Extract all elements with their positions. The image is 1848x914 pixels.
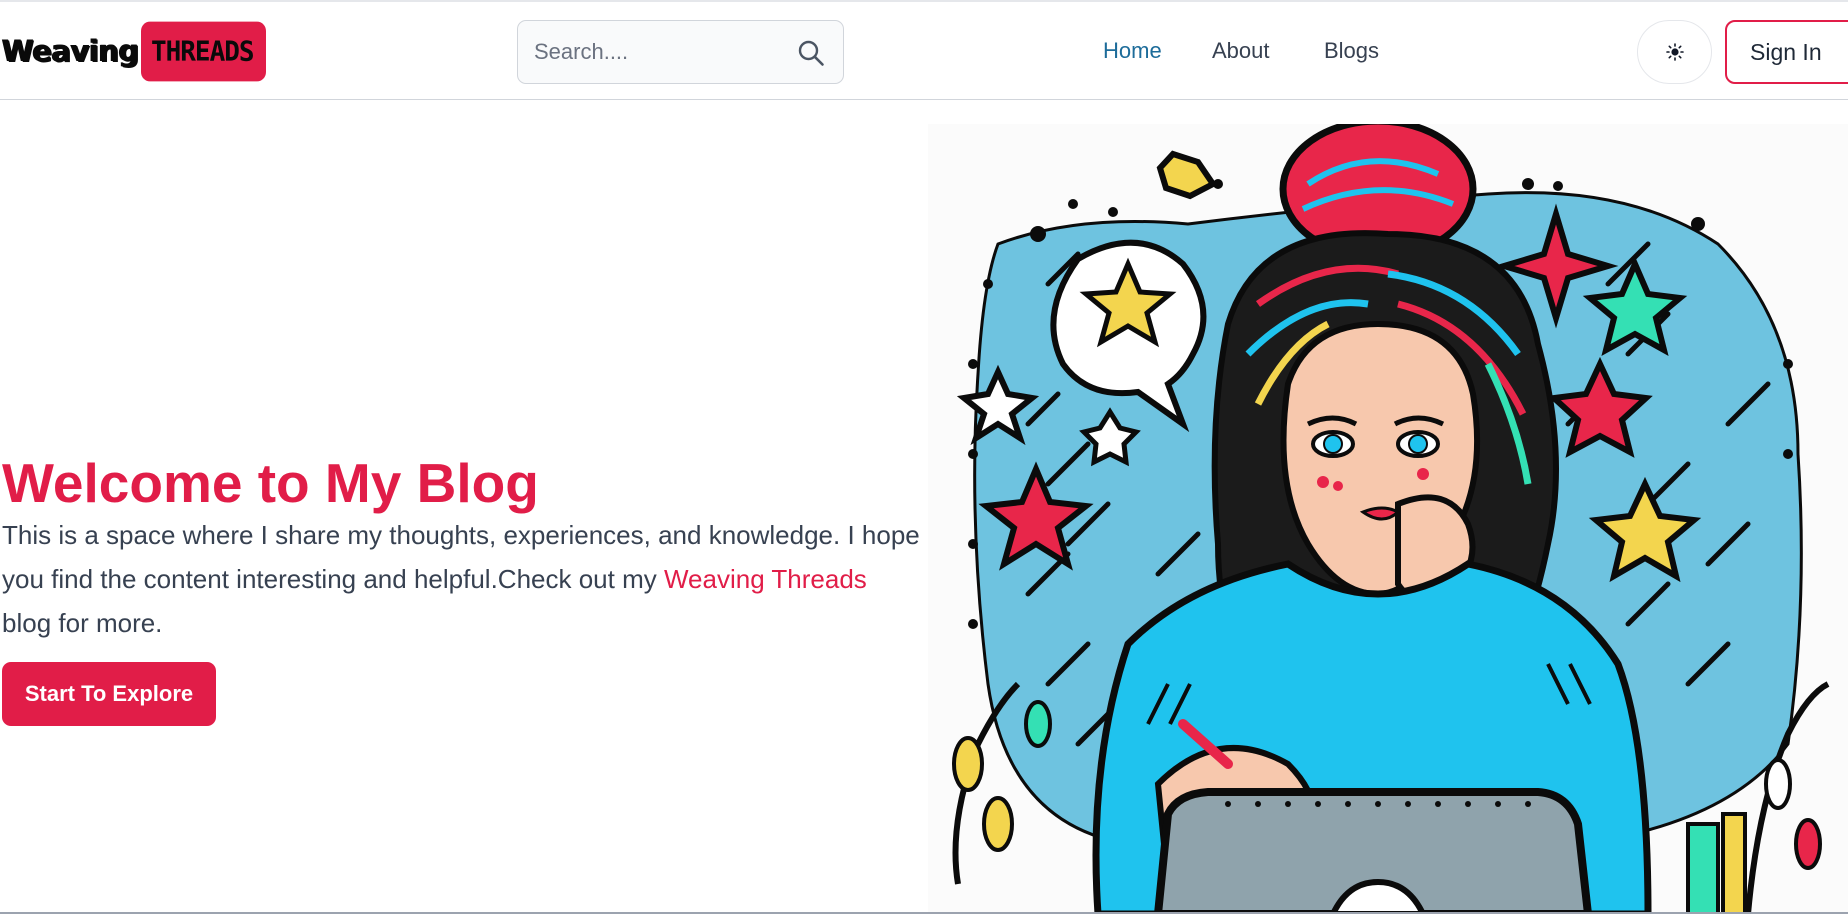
site-header: Weaving THREADS Home About Blogs (0, 0, 1848, 100)
girl-studying-illustration (952, 124, 1830, 914)
hero-illustration (928, 124, 1848, 914)
start-to-explore-button[interactable]: Start To Explore (2, 662, 216, 726)
theme-toggle-button[interactable] (1637, 20, 1712, 84)
nav-home[interactable]: Home (1103, 38, 1162, 64)
nav-about[interactable]: About (1212, 38, 1270, 64)
nav-blogs[interactable]: Blogs (1324, 38, 1379, 64)
sun-icon (1665, 43, 1684, 61)
search-input[interactable] (518, 21, 788, 83)
site-logo[interactable]: Weaving THREADS (0, 21, 266, 81)
hero-title: Welcome to My Blog (2, 452, 539, 514)
search-box (517, 20, 844, 84)
logo-pill: THREADS (140, 21, 266, 81)
sign-in-button[interactable]: Sign In (1725, 20, 1848, 84)
yellow-diamond-icon (1156, 150, 1218, 200)
search-icon[interactable] (797, 39, 825, 67)
hero-description: This is a space where I share my thought… (2, 513, 922, 645)
hero-text-after: blog for more. (2, 608, 163, 638)
logo-word: Weaving (2, 34, 139, 68)
weaving-threads-link[interactable]: Weaving Threads (664, 564, 867, 594)
